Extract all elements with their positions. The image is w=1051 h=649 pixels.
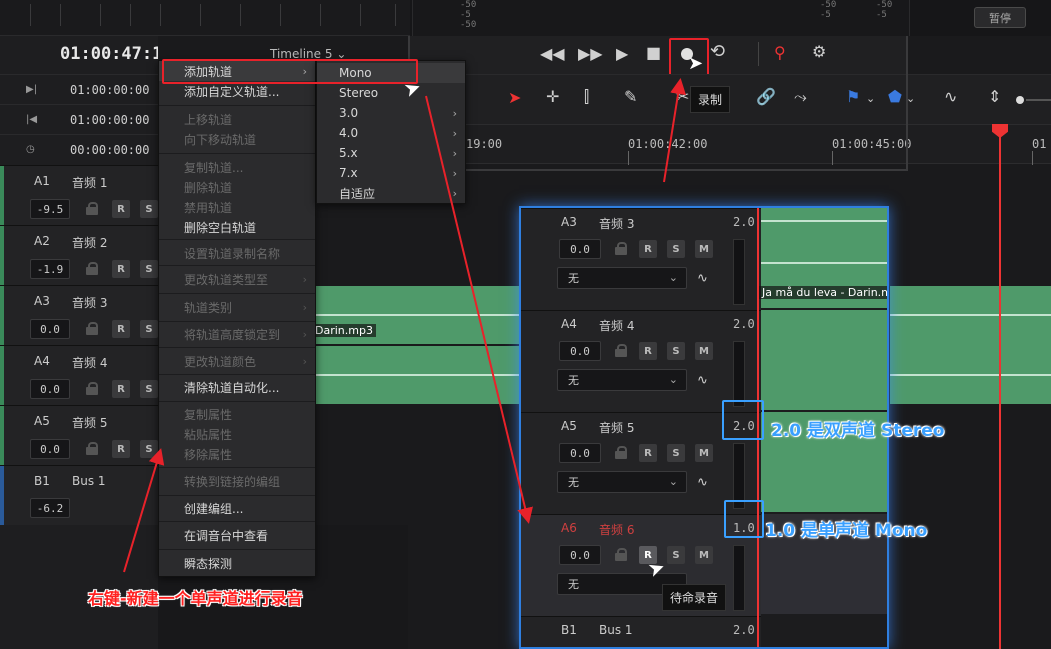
- arrow-to-record-button: [663, 78, 687, 183]
- arrow-to-track-header: [123, 448, 165, 573]
- arrow-to-new-track: [425, 95, 533, 524]
- annotation-arrows: [123, 78, 687, 573]
